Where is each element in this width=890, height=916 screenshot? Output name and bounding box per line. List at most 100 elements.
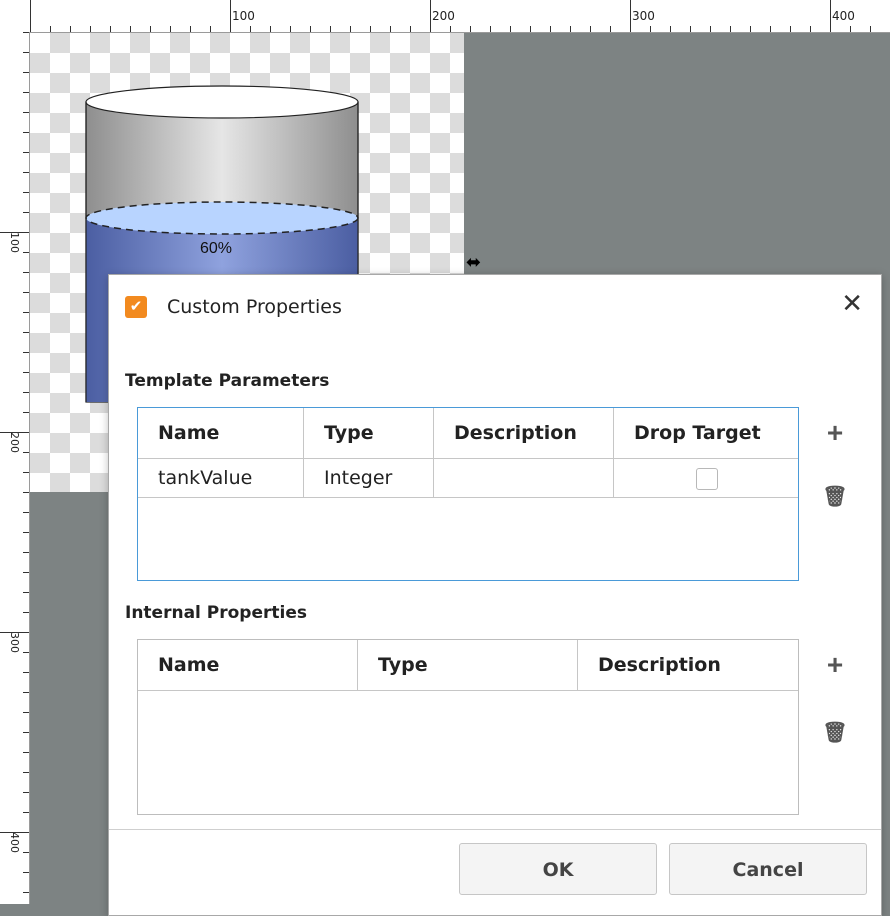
ruler-left-label-300: 300 — [8, 632, 21, 655]
ruler-tick — [23, 472, 29, 473]
resize-handle-icon[interactable]: ⬌ — [466, 252, 481, 273]
ignition-app-icon: ✔ — [125, 296, 147, 318]
cell-description[interactable] — [434, 459, 614, 497]
ok-button[interactable]: OK — [459, 843, 657, 895]
ruler-tick — [210, 26, 211, 32]
ruler-tick — [23, 332, 29, 333]
column-header-description[interactable]: Description — [434, 408, 614, 458]
ruler-left-label-400: 400 — [8, 832, 21, 855]
ruler-tick — [530, 26, 531, 32]
ruler-left-label-text: 400 — [8, 832, 21, 853]
ruler-tick — [23, 72, 29, 73]
ruler-tick — [870, 26, 871, 32]
column-header-type[interactable]: Type — [358, 640, 578, 690]
ruler-tick — [23, 852, 29, 853]
ruler-tick — [430, 0, 431, 32]
column-header-name[interactable]: Name — [138, 408, 304, 458]
ruler-label-300: 300 — [632, 9, 655, 23]
ruler-tick — [90, 26, 91, 32]
ruler-left-label-text: 300 — [8, 632, 21, 653]
ruler-tick — [110, 26, 111, 32]
ruler-tick — [310, 26, 311, 32]
close-icon[interactable]: ✕ — [841, 289, 863, 319]
ruler-tick — [23, 772, 29, 773]
ruler-tick — [290, 26, 291, 32]
ruler-tick — [470, 26, 471, 32]
ruler-tick — [23, 652, 29, 653]
cancel-button[interactable]: Cancel — [669, 843, 867, 895]
ruler-tick — [190, 26, 191, 32]
column-header-drop-target[interactable]: Drop Target — [614, 408, 798, 458]
ruler-tick — [790, 26, 791, 32]
ruler-tick — [23, 112, 29, 113]
tank-liquid-surface — [85, 201, 359, 235]
tank-top — [85, 85, 359, 119]
ruler-tick — [270, 26, 271, 32]
ruler-tick — [130, 26, 131, 32]
ruler-tick — [0, 832, 29, 833]
ruler-tick — [23, 372, 29, 373]
column-header-description[interactable]: Description — [578, 640, 798, 690]
tank-value-label: 60% — [200, 240, 233, 257]
table-row[interactable]: tankValue Integer — [138, 459, 798, 498]
ruler-tick — [0, 232, 29, 233]
ruler-tick — [550, 26, 551, 32]
ruler-tick — [23, 512, 29, 513]
ruler-tick — [23, 32, 29, 33]
ruler-tick — [23, 692, 29, 693]
ruler-tick — [23, 212, 29, 213]
ruler-tick — [23, 592, 29, 593]
ruler-tick — [23, 392, 29, 393]
column-header-name[interactable]: Name — [138, 640, 358, 690]
ruler-tick — [610, 26, 611, 32]
ruler-tick — [410, 26, 411, 32]
ruler-tick — [810, 26, 811, 32]
ruler-tick — [23, 52, 29, 53]
ruler-tick — [23, 572, 29, 573]
ruler-tick — [690, 26, 691, 32]
ruler-tick — [490, 26, 491, 32]
ruler-tick — [23, 132, 29, 133]
ruler-tick — [23, 272, 29, 273]
ruler-tick — [23, 292, 29, 293]
ruler-tick — [750, 26, 751, 32]
ruler-tick — [23, 152, 29, 153]
ruler-tick — [590, 26, 591, 32]
cell-type[interactable]: Integer — [304, 459, 434, 497]
trash-icon[interactable]: 🗑 — [821, 719, 849, 747]
ruler-tick — [23, 492, 29, 493]
horizontal-ruler: 100 200 300 400 — [0, 0, 890, 33]
ruler-tick — [23, 752, 29, 753]
ruler-tick — [350, 26, 351, 32]
column-header-type[interactable]: Type — [304, 408, 434, 458]
plus-icon[interactable]: + — [821, 651, 849, 679]
ruler-tick — [23, 352, 29, 353]
ruler-tick — [23, 252, 29, 253]
plus-icon[interactable]: + — [821, 419, 849, 447]
ruler-tick — [23, 172, 29, 173]
internal-properties-table[interactable]: Name Type Description — [137, 639, 799, 815]
ruler-left-label-text: 100 — [8, 232, 21, 253]
trash-icon[interactable]: 🗑 — [821, 483, 849, 511]
ruler-tick — [770, 26, 771, 32]
ruler-tick — [23, 712, 29, 713]
ruler-tick — [23, 732, 29, 733]
ruler-tick — [570, 26, 571, 32]
ruler-tick — [850, 26, 851, 32]
cell-name[interactable]: tankValue — [138, 459, 304, 497]
ruler-tick — [0, 432, 29, 433]
custom-properties-dialog: ✔ Custom Properties ✕ Template Parameter… — [108, 274, 882, 916]
ruler-tick — [23, 792, 29, 793]
template-parameters-table[interactable]: Name Type Description Drop Target tankVa… — [137, 407, 799, 581]
ruler-left-label-text: 200 — [8, 432, 21, 453]
drop-target-checkbox[interactable] — [696, 468, 718, 490]
table-header: Name Type Description — [138, 640, 798, 691]
vertical-ruler: 100 200 300 400 — [0, 32, 30, 904]
internal-properties-title: Internal Properties — [125, 603, 307, 623]
ruler-tick — [730, 26, 731, 32]
ruler-tick — [50, 26, 51, 32]
ruler-tick — [250, 26, 251, 32]
ruler-tick — [370, 26, 371, 32]
ruler-tick — [23, 192, 29, 193]
ruler-tick — [23, 672, 29, 673]
